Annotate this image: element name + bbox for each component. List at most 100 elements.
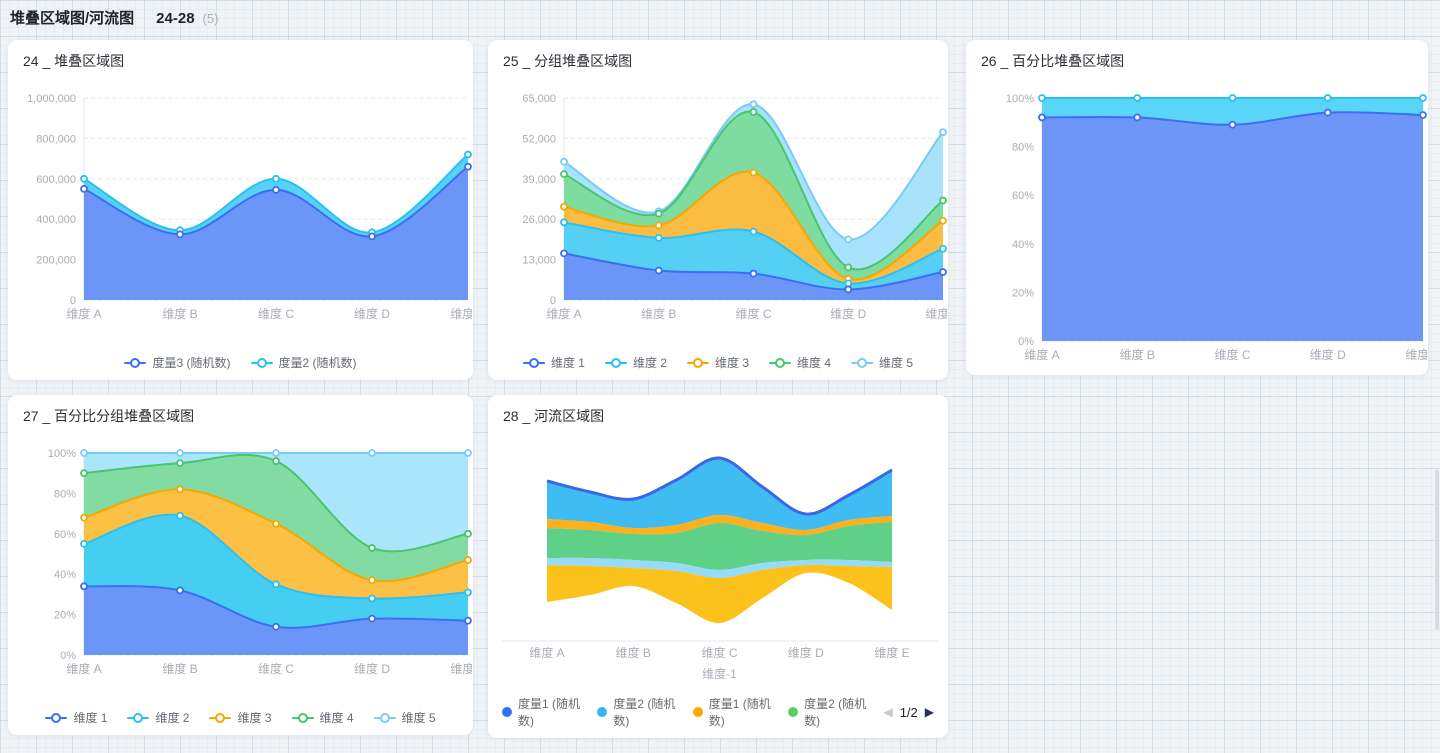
data-point-marker[interactable] xyxy=(273,581,279,587)
data-point-marker[interactable] xyxy=(369,545,375,551)
data-point-marker[interactable] xyxy=(751,271,757,277)
data-point-marker[interactable] xyxy=(1420,112,1426,118)
legend-item[interactable]: 维度 3 xyxy=(687,354,749,371)
data-point-marker[interactable] xyxy=(751,170,757,176)
data-point-marker[interactable] xyxy=(81,470,87,476)
data-point-marker[interactable] xyxy=(561,171,567,177)
data-point-marker[interactable] xyxy=(369,450,375,456)
chart-card-24: 24 _ 堆叠区域图 1,000,000800,000600,000400,00… xyxy=(8,40,473,380)
pager-prev-icon[interactable]: ◀ xyxy=(883,705,892,719)
x-tick-label: 维度 C xyxy=(258,306,294,321)
legend-item[interactable]: 度量1 (随机数) xyxy=(693,695,774,729)
data-point-marker[interactable] xyxy=(81,186,87,192)
data-point-marker[interactable] xyxy=(845,264,851,270)
data-point-marker[interactable] xyxy=(465,450,471,456)
y-tick-label: 20% xyxy=(1012,287,1034,299)
legend-item[interactable]: 维度 4 xyxy=(292,709,354,726)
legend-item[interactable]: 维度 4 xyxy=(769,354,831,371)
legend-item[interactable]: 度量2 (随机数) xyxy=(251,354,357,371)
data-point-marker[interactable] xyxy=(845,286,851,292)
data-point-marker[interactable] xyxy=(81,515,87,521)
data-point-marker[interactable] xyxy=(177,486,183,492)
data-point-marker[interactable] xyxy=(656,222,662,228)
data-point-marker[interactable] xyxy=(1230,95,1236,101)
data-point-marker[interactable] xyxy=(656,211,662,217)
data-point-marker[interactable] xyxy=(81,541,87,547)
x-tick-label: 维度 B xyxy=(162,661,197,676)
legend-label: 度量2 (随机数) xyxy=(613,695,678,729)
data-point-marker[interactable] xyxy=(1325,95,1331,101)
data-point-marker[interactable] xyxy=(273,521,279,527)
legend-item[interactable]: 维度 5 xyxy=(851,354,913,371)
data-point-marker[interactable] xyxy=(1134,95,1140,101)
data-point-marker[interactable] xyxy=(369,595,375,601)
data-point-marker[interactable] xyxy=(561,250,567,256)
data-point-marker[interactable] xyxy=(465,557,471,563)
data-point-marker[interactable] xyxy=(465,164,471,170)
legend-label: 度量1 (随机数) xyxy=(709,695,774,729)
data-point-marker[interactable] xyxy=(273,187,279,193)
data-point-marker[interactable] xyxy=(656,267,662,273)
data-point-marker[interactable] xyxy=(751,109,757,115)
legend-item[interactable]: 度量3 (随机数) xyxy=(124,354,230,371)
data-point-marker[interactable] xyxy=(1039,114,1045,120)
data-point-marker[interactable] xyxy=(177,513,183,519)
legend-label: 维度 3 xyxy=(715,354,749,371)
legend-item[interactable]: 维度 1 xyxy=(45,709,107,726)
data-point-marker[interactable] xyxy=(369,616,375,622)
data-point-marker[interactable] xyxy=(177,231,183,237)
legend-item[interactable]: 度量1 (随机数) xyxy=(502,695,583,729)
legend-label: 度量2 (随机数) xyxy=(804,695,869,729)
y-tick-label: 600,000 xyxy=(36,174,76,186)
data-point-marker[interactable] xyxy=(751,229,757,235)
data-point-marker[interactable] xyxy=(656,235,662,241)
data-point-marker[interactable] xyxy=(177,450,183,456)
data-point-marker[interactable] xyxy=(273,450,279,456)
data-point-marker[interactable] xyxy=(1230,122,1236,128)
chart-title-28: 28 _ 河流区域图 xyxy=(503,406,604,426)
legend-item[interactable]: 维度 5 xyxy=(374,709,436,726)
legend-item[interactable]: 维度 3 xyxy=(209,709,271,726)
data-point-marker[interactable] xyxy=(845,236,851,242)
data-point-marker[interactable] xyxy=(1325,110,1331,116)
data-point-marker[interactable] xyxy=(561,204,567,210)
data-point-marker[interactable] xyxy=(465,531,471,537)
pager-next-icon[interactable]: ▶ xyxy=(925,705,934,719)
legend-label: 维度 5 xyxy=(402,709,436,726)
page-title: 堆叠区域图/河流图 xyxy=(10,7,134,28)
data-point-marker[interactable] xyxy=(81,450,87,456)
data-point-marker[interactable] xyxy=(1420,95,1426,101)
data-point-marker[interactable] xyxy=(81,583,87,589)
chart-title-27: 27 _ 百分比分组堆叠区域图 xyxy=(23,406,194,426)
data-point-marker[interactable] xyxy=(273,624,279,630)
legend-item[interactable]: 维度 1 xyxy=(523,354,585,371)
data-point-marker[interactable] xyxy=(465,618,471,624)
data-point-marker[interactable] xyxy=(561,219,567,225)
y-tick-label: 0% xyxy=(60,650,76,662)
data-point-marker[interactable] xyxy=(1134,114,1140,120)
data-point-marker[interactable] xyxy=(465,589,471,595)
data-point-marker[interactable] xyxy=(940,198,946,204)
data-point-marker[interactable] xyxy=(177,587,183,593)
data-point-marker[interactable] xyxy=(273,458,279,464)
data-point-marker[interactable] xyxy=(81,176,87,182)
legend-item[interactable]: 度量2 (随机数) xyxy=(597,695,678,729)
data-point-marker[interactable] xyxy=(561,159,567,165)
data-point-marker[interactable] xyxy=(369,233,375,239)
y-tick-label: 65,000 xyxy=(522,93,556,105)
data-point-marker[interactable] xyxy=(940,246,946,252)
data-point-marker[interactable] xyxy=(177,460,183,466)
x-tick-label: 维度 D xyxy=(354,661,390,676)
legend-item[interactable]: 维度 2 xyxy=(605,354,667,371)
legend-item[interactable]: 维度 2 xyxy=(127,709,189,726)
data-point-marker[interactable] xyxy=(273,176,279,182)
data-point-marker[interactable] xyxy=(751,101,757,107)
data-point-marker[interactable] xyxy=(369,577,375,583)
vertical-scrollbar-thumb[interactable] xyxy=(1435,470,1439,630)
data-point-marker[interactable] xyxy=(940,269,946,275)
data-point-marker[interactable] xyxy=(940,129,946,135)
data-point-marker[interactable] xyxy=(940,218,946,224)
data-point-marker[interactable] xyxy=(1039,95,1045,101)
data-point-marker[interactable] xyxy=(465,152,471,158)
legend-item[interactable]: 度量2 (随机数) xyxy=(788,695,869,729)
